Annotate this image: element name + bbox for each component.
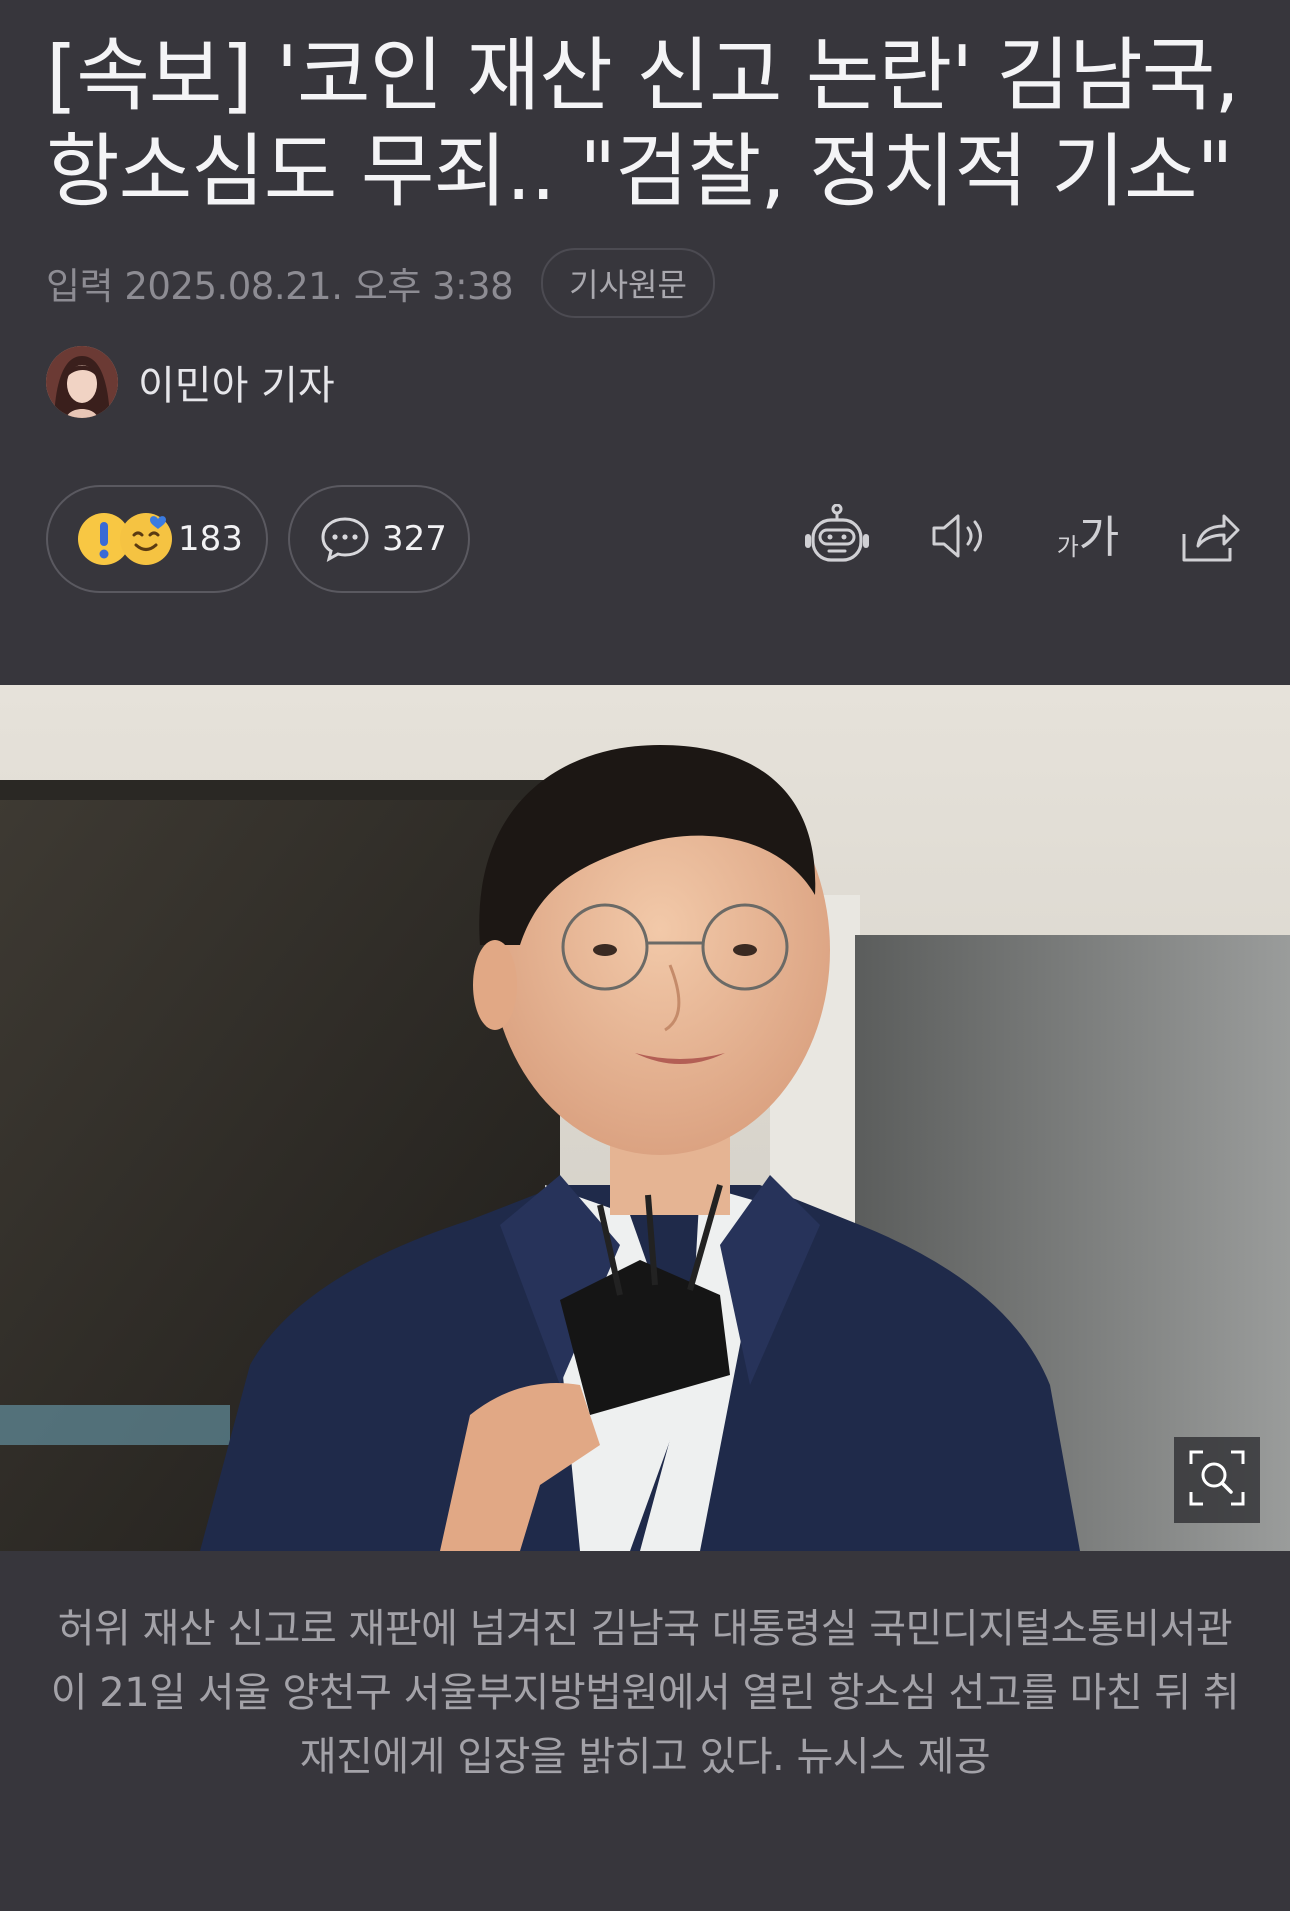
headline-line-2: 항소심도 무죄.. "검찰, 정치적 기소" xyxy=(46,125,1233,218)
robot-summary-icon xyxy=(803,503,871,572)
original-article-button[interactable]: 기사원문 xyxy=(541,248,715,318)
zoom-icon xyxy=(1187,1448,1247,1512)
font-size-button[interactable]: 가 가 xyxy=(1043,498,1133,578)
published-date: 입력 2025.08.21. 오후 3:38 xyxy=(46,265,514,308)
share-icon xyxy=(1180,508,1240,568)
read-aloud-button[interactable] xyxy=(920,498,1000,578)
summary-bot-button[interactable] xyxy=(797,498,877,578)
photo-caption: 허위 재산 신고로 재판에 넘겨진 김남국 대통령실 국민디지털소통비서관이 2… xyxy=(50,1606,1240,1780)
reporter-name: 이민아 기자 xyxy=(138,363,335,409)
reaction-count: 183 xyxy=(178,519,243,559)
original-article-label: 기사원문 xyxy=(569,266,687,304)
byline[interactable]: 이민아 기자 xyxy=(46,346,335,418)
font-size-small-label: 가 xyxy=(1056,533,1079,561)
smile-emoji-icon xyxy=(120,513,172,565)
reaction-button[interactable]: 183 xyxy=(46,485,268,593)
headline-line-1: [속보] '코인 재산 신고 논란' 김남국, xyxy=(46,29,1240,122)
comment-icon xyxy=(320,516,370,562)
headline: [속보] '코인 재산 신고 논란' 김남국, 항소심도 무죄.. "검찰, 정… xyxy=(46,28,1246,220)
font-size-large-label: 가 xyxy=(1078,512,1120,563)
article-meta: 입력 2025.08.21. 오후 3:38 기사원문 xyxy=(46,248,715,318)
share-button[interactable] xyxy=(1170,498,1250,578)
comment-button[interactable]: 327 xyxy=(288,485,470,593)
font-size-icon: 가 가 xyxy=(1056,512,1120,563)
speaker-icon xyxy=(930,510,990,566)
photo-image xyxy=(0,685,1290,1551)
reporter-avatar xyxy=(46,346,118,418)
comment-count: 327 xyxy=(382,519,447,559)
reaction-emojis xyxy=(78,507,178,571)
photo-zoom-button[interactable] xyxy=(1174,1437,1260,1523)
article-photo[interactable] xyxy=(0,685,1290,1551)
